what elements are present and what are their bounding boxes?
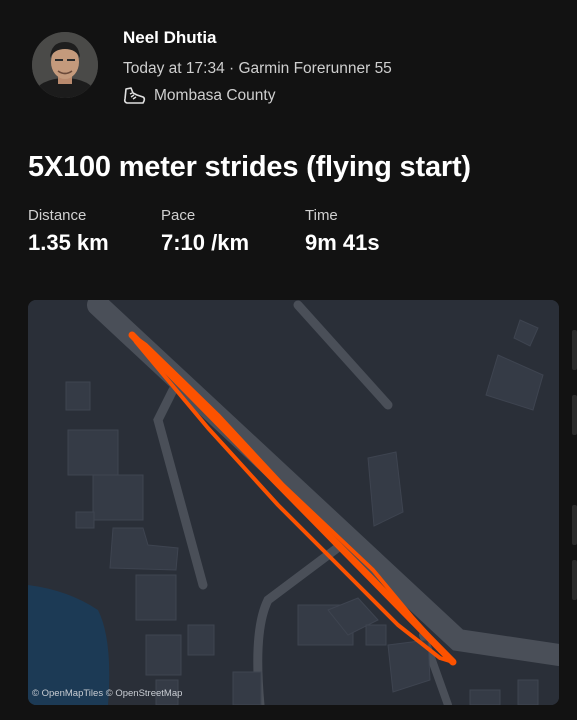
- athlete-name[interactable]: Neel Dhutia: [123, 28, 217, 48]
- time-value: 9m 41s: [305, 230, 380, 255]
- stat-pace: Pace 7:10 /km: [161, 207, 249, 256]
- edge-indicator: [572, 505, 577, 545]
- location-label: Mombasa County: [154, 87, 276, 104]
- distance-label: Distance: [28, 207, 87, 224]
- activity-title[interactable]: 5X100 meter strides (flying start): [28, 151, 471, 184]
- map-attribution[interactable]: © OpenMapTiles © OpenStreetMap: [32, 688, 182, 699]
- edge-indicator: [572, 330, 577, 370]
- edge-indicator: [572, 560, 577, 600]
- stat-distance: Distance 1.35 km: [28, 207, 109, 256]
- avatar[interactable]: [32, 32, 98, 98]
- map-canvas: [28, 300, 559, 705]
- shoe-icon: [123, 87, 146, 105]
- time-label: Time: [305, 207, 338, 224]
- route-map[interactable]: © OpenMapTiles © OpenStreetMap: [28, 300, 559, 705]
- activity-stats: Distance 1.35 km Pace 7:10 /km Time 9m 4…: [28, 207, 558, 267]
- pace-value: 7:10 /km: [161, 230, 250, 255]
- activity-meta: Today at 17:34 · Garmin Forerunner 55: [123, 60, 392, 77]
- edge-indicator: [572, 395, 577, 435]
- activity-location: Mombasa County: [123, 87, 275, 105]
- stat-time: Time 9m 41s: [305, 207, 380, 256]
- distance-value: 1.35 km: [28, 230, 109, 255]
- activity-header: Neel Dhutia Today at 17:34 · Garmin Fore…: [32, 28, 562, 118]
- pace-label: Pace: [161, 207, 196, 224]
